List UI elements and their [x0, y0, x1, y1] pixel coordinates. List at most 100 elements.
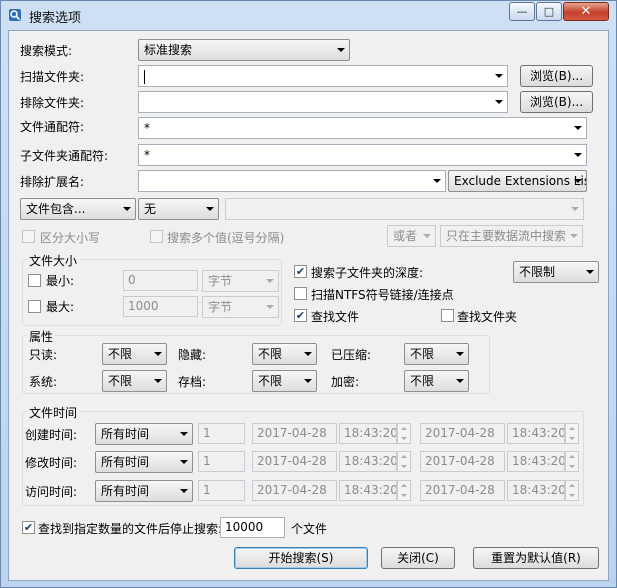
exclude-folder-browse-button[interactable]: 浏览(B)... [520, 91, 593, 113]
modify-time-num-input[interactable]: 1 [198, 451, 245, 472]
close-window-button[interactable]: ✕ [563, 2, 609, 21]
subfolder-depth-value: 不限制 [519, 265, 556, 279]
file-contains-mode-select[interactable]: 文件包含... [20, 198, 136, 220]
close-button[interactable]: 关闭(C) [381, 547, 455, 569]
minimize-button[interactable]: — [509, 2, 535, 21]
stop-after-label: 查找到指定数量的文件后停止搜索: [38, 522, 223, 536]
min-size-checkbox[interactable] [28, 274, 41, 287]
min-size-unit-select[interactable]: 字节 [202, 270, 279, 292]
subfolder-wildcard-combo[interactable]: * [138, 144, 587, 166]
access-date-to-input[interactable]: 2017-04-28 [420, 480, 505, 501]
encrypted-select[interactable]: 不限 [404, 370, 469, 392]
create-time-to-spinner[interactable] [565, 423, 579, 444]
window-title: 搜索选项 [29, 11, 82, 26]
stop-after-checkbox[interactable]: ✔ [22, 521, 35, 534]
chevron-down-icon [180, 432, 188, 436]
system-select[interactable]: 不限 [102, 370, 167, 392]
access-date-from-input[interactable]: 2017-04-28 [252, 480, 337, 501]
modify-time-to-spinner[interactable] [565, 451, 579, 472]
readonly-label: 只读: [29, 348, 58, 362]
access-time-mode-value: 所有时间 [101, 484, 150, 498]
readonly-select[interactable]: 不限 [102, 343, 167, 365]
file-contains-encoding-value: 无 [144, 202, 157, 216]
max-size-input[interactable]: 1000 [123, 296, 198, 317]
chevron-down-icon [423, 234, 431, 238]
create-date-from-input[interactable]: 2017-04-28 [252, 423, 337, 444]
access-time-label: 访问时间: [25, 485, 78, 499]
max-size-label: 最大: [46, 300, 75, 314]
max-size-checkbox[interactable] [28, 300, 41, 313]
compressed-select[interactable]: 不限 [404, 343, 469, 365]
scan-folder-combo[interactable] [138, 65, 508, 87]
attributes-group-title: 属性 [27, 328, 56, 345]
chevron-down-icon [337, 48, 345, 52]
file-time-group-title: 文件时间 [27, 404, 80, 421]
max-size-unit-select[interactable]: 字节 [202, 296, 279, 318]
stop-after-count-input[interactable]: 10000 [220, 517, 285, 538]
chevron-down-icon [456, 352, 464, 356]
find-files-checkbox[interactable]: ✔ [294, 309, 307, 322]
file-wildcard-combo[interactable]: * [138, 117, 587, 139]
ntfs-links-checkbox[interactable] [294, 287, 307, 300]
access-time-from-input[interactable]: 18:43:20 [339, 480, 397, 501]
exclude-folder-combo[interactable] [138, 91, 508, 113]
create-time-num-input[interactable]: 1 [198, 423, 245, 444]
create-time-label: 创建时间: [25, 428, 78, 442]
reset-defaults-button[interactable]: 重置为默认值(R) [473, 547, 599, 569]
exclude-ext-list-select[interactable]: Exclude Extensions List [448, 170, 587, 192]
find-folders-checkbox[interactable] [441, 309, 454, 322]
chevron-down-icon [180, 489, 188, 493]
access-time-num-input[interactable]: 1 [198, 480, 245, 501]
create-time-from-input[interactable]: 18:43:20 [339, 423, 397, 444]
create-time-mode-value: 所有时间 [101, 427, 150, 441]
access-time-mode-select[interactable]: 所有时间 [95, 480, 193, 502]
create-time-to-input[interactable]: 18:43:20 [507, 423, 565, 444]
min-size-input[interactable]: 0 [123, 270, 198, 291]
file-contains-encoding-select[interactable]: 无 [138, 198, 219, 220]
search-mode-select[interactable]: 标准搜索 [138, 39, 350, 61]
chevron-down-icon [123, 207, 131, 211]
scan-folder-browse-button[interactable]: 浏览(B)... [520, 65, 593, 87]
subfolder-depth-checkbox[interactable]: ✔ [294, 265, 307, 278]
case-sensitive-checkbox[interactable] [22, 230, 35, 243]
multi-values-checkbox[interactable] [150, 230, 163, 243]
readonly-value: 不限 [108, 347, 133, 361]
maximize-button[interactable]: □ [536, 2, 562, 21]
chevron-down-icon [154, 352, 162, 356]
search-mode-label: 搜索模式: [20, 44, 73, 58]
create-date-to-input[interactable]: 2017-04-28 [420, 423, 505, 444]
case-sensitive-label: 区分大小写 [40, 231, 101, 245]
hidden-select[interactable]: 不限 [252, 343, 317, 365]
chevron-down-icon [574, 126, 582, 130]
file-contains-text-combo[interactable] [225, 198, 584, 220]
chevron-down-icon [456, 379, 464, 383]
archive-select[interactable]: 不限 [252, 370, 317, 392]
access-time-to-input[interactable]: 18:43:20 [507, 480, 565, 501]
stream-mode-value: 只在主要数据流中搜索 [446, 229, 567, 243]
access-time-to-spinner[interactable] [565, 480, 579, 501]
hidden-value: 不限 [258, 347, 283, 361]
modify-time-mode-select[interactable]: 所有时间 [95, 451, 193, 473]
chevron-down-icon [571, 207, 579, 211]
file-wildcard-value: * [144, 121, 150, 135]
create-time-mode-select[interactable]: 所有时间 [95, 423, 193, 445]
or-mode-select[interactable]: 或者 [387, 225, 436, 247]
start-search-button[interactable]: 开始搜索(S) [234, 547, 368, 569]
access-time-from-spinner[interactable] [397, 480, 411, 501]
modify-date-from-input[interactable]: 2017-04-28 [252, 451, 337, 472]
multi-values-label: 搜索多个值(逗号分隔) [167, 231, 285, 245]
subfolder-depth-select[interactable]: 不限制 [513, 261, 599, 283]
title-bar[interactable]: 搜索选项 — □ ✕ [1, 1, 616, 29]
stream-mode-select[interactable]: 只在主要数据流中搜索 [440, 225, 583, 247]
file-time-group: 文件时间 创建时间: 所有时间 1 2017-04-28 18:43:20 20… [22, 404, 584, 506]
create-time-from-spinner[interactable] [397, 423, 411, 444]
exclude-folder-label: 排除文件夹: [20, 96, 85, 110]
modify-time-from-spinner[interactable] [397, 451, 411, 472]
modify-date-to-input[interactable]: 2017-04-28 [420, 451, 505, 472]
system-label: 系统: [29, 375, 58, 389]
modify-time-to-input[interactable]: 18:43:20 [507, 451, 565, 472]
file-contains-mode-value: 文件包含... [26, 202, 86, 216]
exclude-ext-combo[interactable] [138, 170, 446, 192]
chevron-down-icon [304, 352, 312, 356]
modify-time-from-input[interactable]: 18:43:20 [339, 451, 397, 472]
